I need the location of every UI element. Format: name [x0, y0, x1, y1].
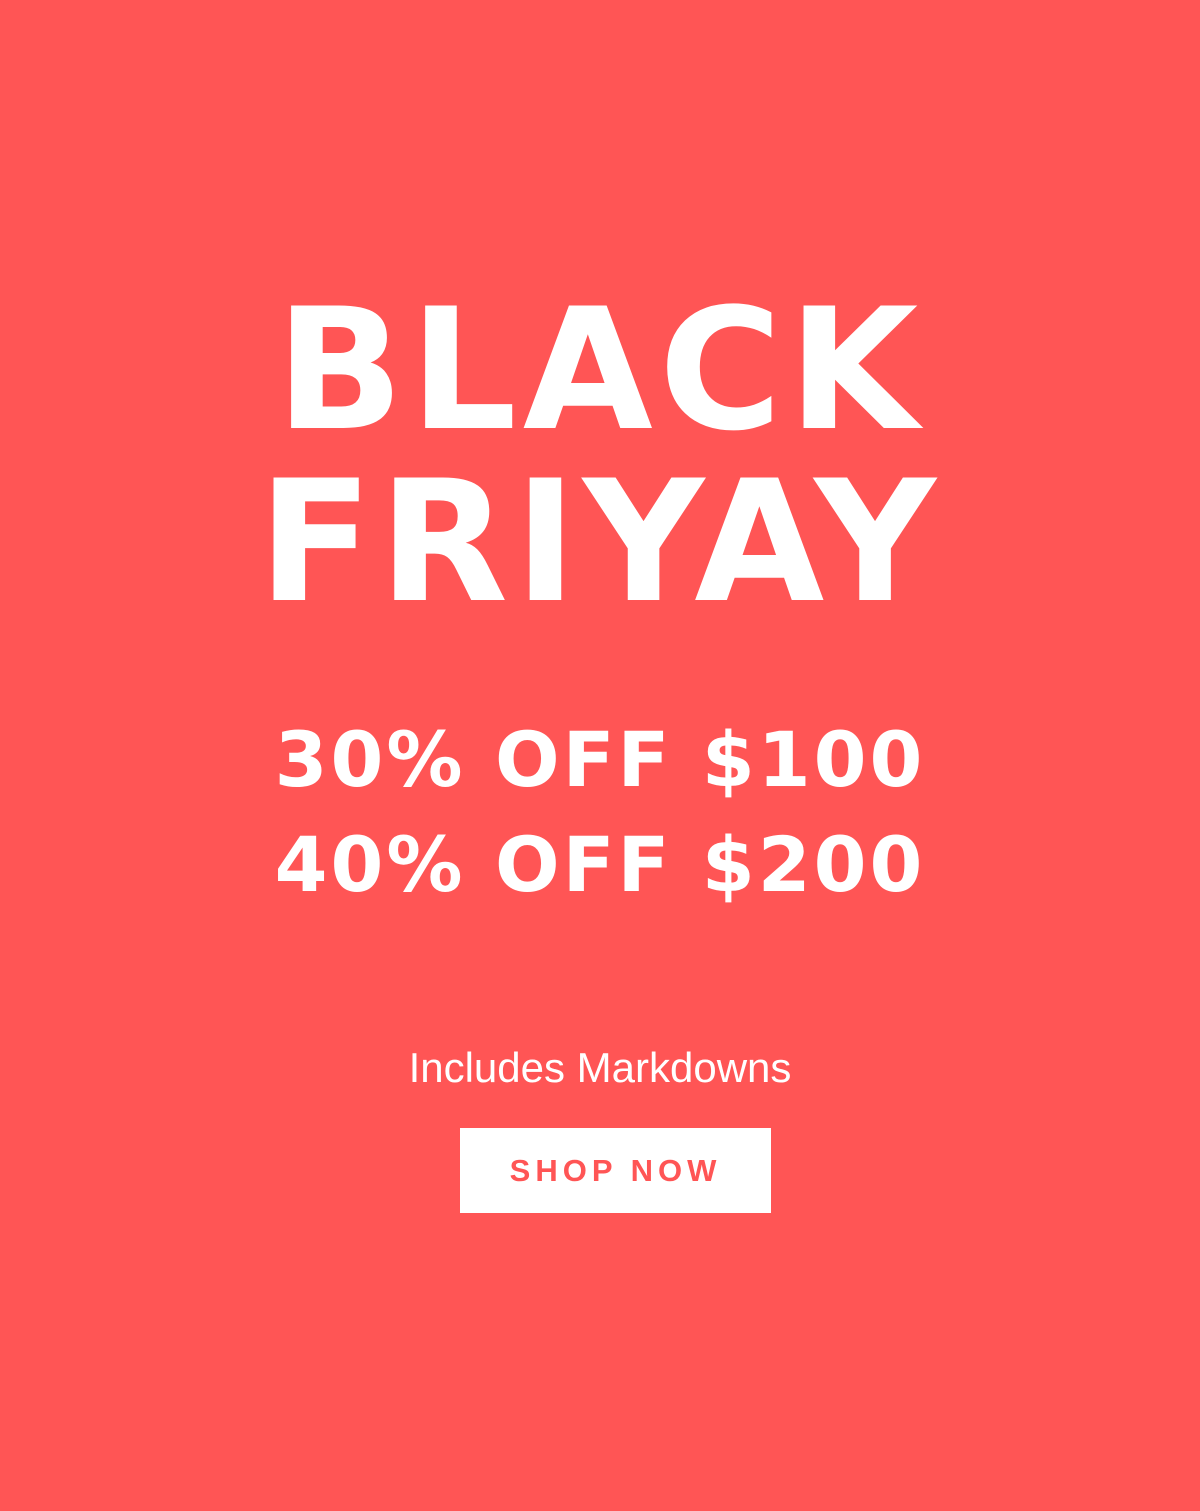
offer-tier-1: 30% OFF $100 — [274, 715, 926, 804]
includes-markdowns-text: Includes Markdowns — [408, 1044, 792, 1091]
headline-line-2: FRIYAY — [258, 444, 942, 640]
black-friday-banner: BLACK FRIYAY 30% OFF $100 40% OFF $200 I… — [0, 0, 1200, 1511]
shop-now-label: SHOP NOW — [509, 1152, 722, 1188]
headline-line-1: BLACK — [275, 272, 925, 468]
shop-now-button[interactable]: SHOP NOW — [460, 1128, 771, 1213]
offer-tier-2: 40% OFF $200 — [274, 820, 926, 909]
